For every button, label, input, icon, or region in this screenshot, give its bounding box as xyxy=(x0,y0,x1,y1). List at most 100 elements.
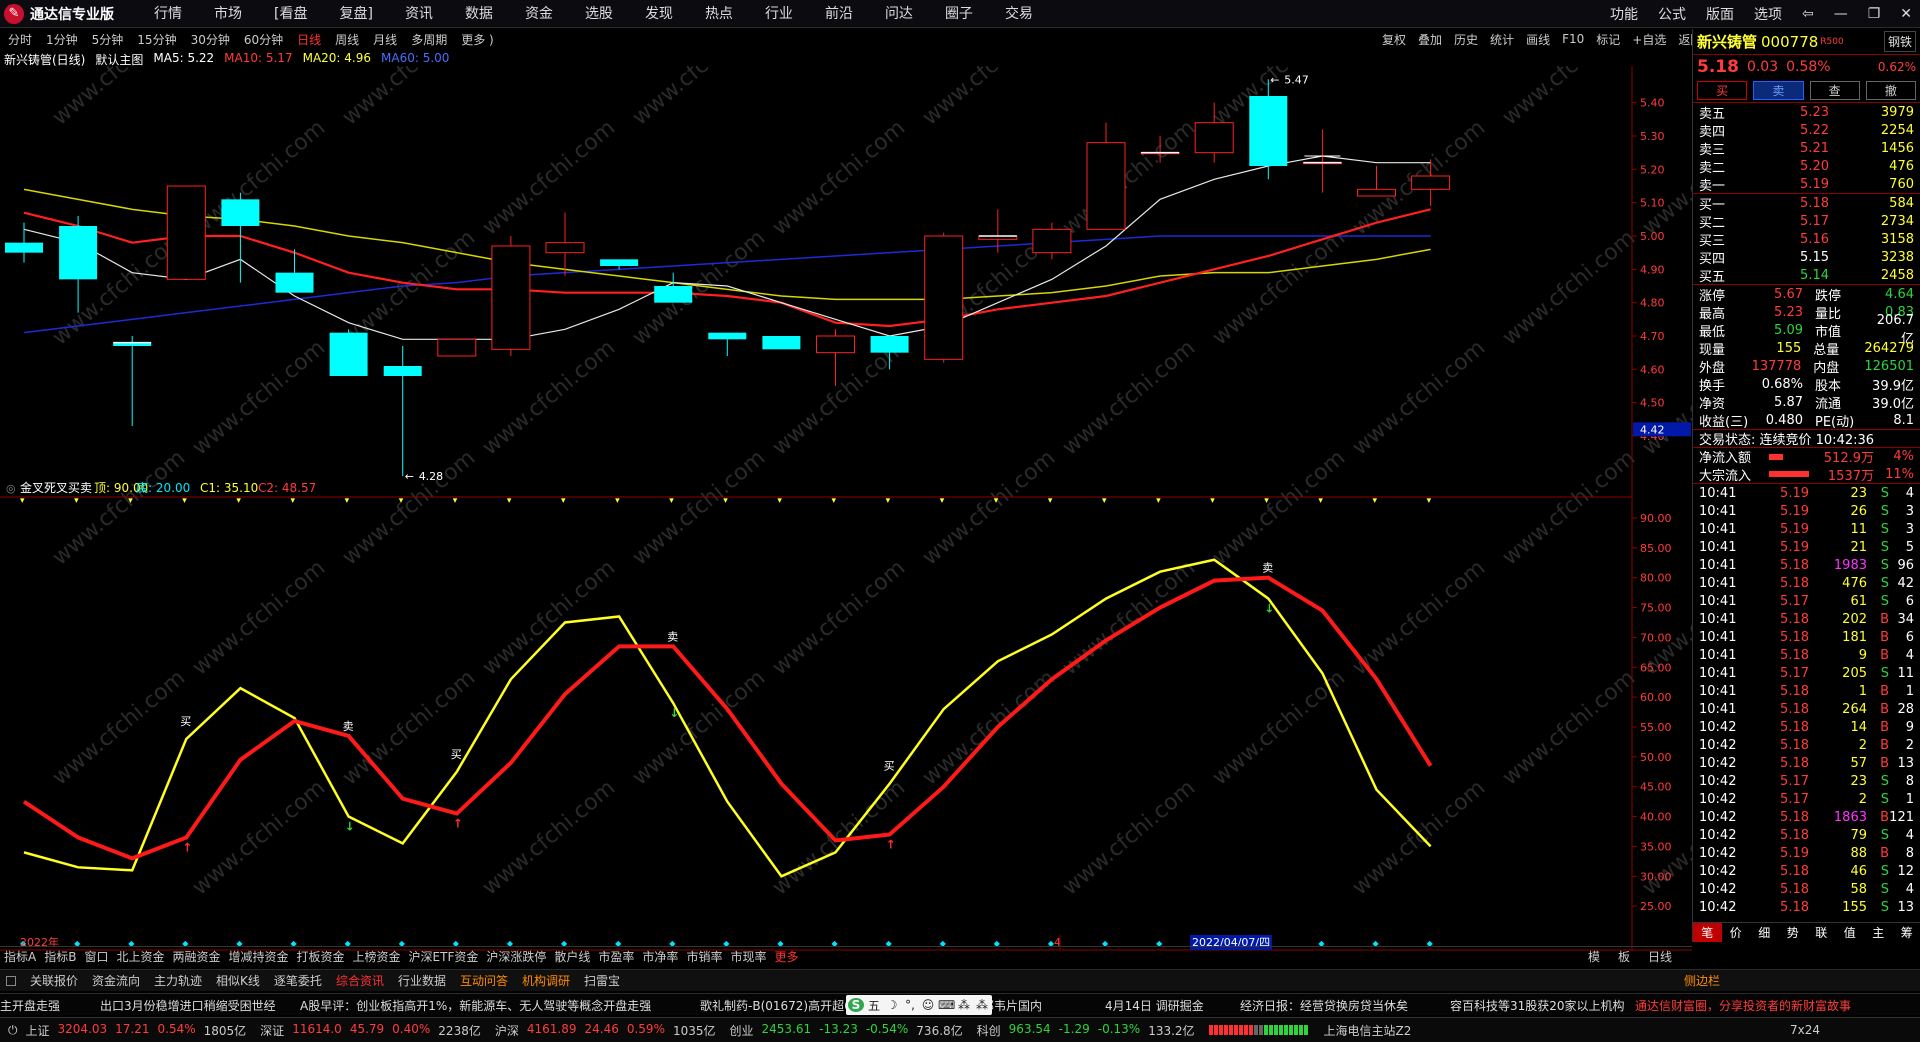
ask-row[interactable]: 卖三 5.21 1456 xyxy=(1693,139,1920,158)
ask-row[interactable]: 卖一 5.19 760 xyxy=(1693,175,1920,194)
ime-button-2[interactable]: ☽ xyxy=(884,998,900,1012)
news-item-7[interactable]: 容百科技等31股获20家以上机构 xyxy=(1450,997,1625,1014)
bid-row[interactable]: 买五 5.14 2458 xyxy=(1693,266,1920,285)
candle[interactable] xyxy=(166,185,206,280)
kline-chart[interactable]: www.cfchi.com www.cfchi.com www.cfchi.com w… xyxy=(0,66,1692,956)
chart-tool-7[interactable]: +自选 xyxy=(1632,31,1666,48)
menu-function[interactable]: 功能 xyxy=(1610,4,1638,24)
candle[interactable] xyxy=(275,249,314,293)
candle[interactable] xyxy=(221,192,260,283)
ask-row[interactable]: 卖二 5.20 476 xyxy=(1693,157,1920,176)
ime-button-0[interactable]: S xyxy=(848,998,864,1012)
sell-button[interactable]: 卖 xyxy=(1753,81,1804,100)
index-item-0[interactable]: 上证 3204.03 17.21 0.54% 1805亿 xyxy=(26,1022,247,1039)
candle[interactable] xyxy=(654,272,693,303)
period-tab-0[interactable]: 分时 xyxy=(8,31,32,48)
func-menu-icon[interactable] xyxy=(6,975,16,986)
back-icon[interactable]: ⇦ xyxy=(1802,6,1814,22)
chart-tool-2[interactable]: 历史 xyxy=(1454,31,1478,48)
clock-label[interactable]: 7x24 xyxy=(1790,1023,1820,1037)
query-button[interactable]: 查 xyxy=(1809,81,1860,100)
bottom-right-1[interactable]: 板 xyxy=(1618,948,1630,965)
candle[interactable] xyxy=(708,332,747,356)
indicator-tab-14[interactable]: 市现率 xyxy=(730,948,766,965)
candle[interactable] xyxy=(1302,129,1342,193)
main-menu-item-3[interactable]: 复盘] xyxy=(339,0,372,28)
restore-icon[interactable]: ❐ xyxy=(1868,6,1881,22)
bid-row[interactable]: 买四 5.15 3238 xyxy=(1693,248,1920,267)
candle[interactable] xyxy=(1357,166,1396,197)
menu-layout[interactable]: 版面 xyxy=(1706,4,1734,24)
side-tab-4[interactable]: 联 xyxy=(1807,923,1836,942)
period-tab-7[interactable]: 周线 xyxy=(335,31,359,48)
period-tab-3[interactable]: 15分钟 xyxy=(137,31,176,48)
main-menu-item-14[interactable]: 交易 xyxy=(1005,0,1033,28)
indicator-tab-10[interactable]: 散户线 xyxy=(554,948,590,965)
indicator-tab-5[interactable]: 增减持资金 xyxy=(229,948,289,965)
minimize-icon[interactable]: — xyxy=(1834,6,1848,22)
chart-tool-0[interactable]: 复权 xyxy=(1382,31,1406,48)
news-item-3[interactable]: 歌礼制药-B(01672)高开超6 xyxy=(700,997,852,1014)
main-menu-item-8[interactable]: 发现 xyxy=(645,0,673,28)
cancel-order-button[interactable]: 撤 xyxy=(1865,81,1916,100)
bottom-right-0[interactable]: 模 xyxy=(1588,948,1600,965)
index-item-1[interactable]: 深证 11614.0 45.79 0.40% 2238亿 xyxy=(260,1022,481,1039)
indicator-tab-0[interactable]: 指标A xyxy=(4,948,36,965)
bid-row[interactable]: 买一 5.18 584 xyxy=(1693,194,1920,213)
main-menu-item-5[interactable]: 数据 xyxy=(465,0,493,28)
bottom-right-2[interactable]: 日线 xyxy=(1648,948,1672,965)
main-menu-item-13[interactable]: 圈子 xyxy=(945,0,973,28)
candle[interactable] xyxy=(762,336,801,350)
func-tab-5[interactable]: 综合资讯 xyxy=(336,972,384,989)
index-item-4[interactable]: 科创 963.54 -1.29 -0.13% 133.2亿 xyxy=(977,1022,1195,1039)
indicator-tab-4[interactable]: 两融资金 xyxy=(172,948,220,965)
ime-button-1[interactable]: 五 xyxy=(866,997,882,1014)
ask-row[interactable]: 卖五 5.23 3979 xyxy=(1693,103,1920,122)
main-menu-item-11[interactable]: 前沿 xyxy=(825,0,853,28)
period-tab-10[interactable]: 更多 ) xyxy=(461,31,494,48)
indicator-tab-9[interactable]: 沪深涨跌停 xyxy=(486,948,546,965)
main-menu-item-0[interactable]: 行情 xyxy=(154,0,182,28)
side-tab-2[interactable]: 细 xyxy=(1750,923,1779,942)
indicator-tab-15[interactable]: 更多 xyxy=(774,948,798,965)
func-tab-7[interactable]: 互动问答 xyxy=(460,972,508,989)
news-item-0[interactable]: 主开盘走强 xyxy=(0,997,60,1014)
indicator-tab-7[interactable]: 上榜资金 xyxy=(353,948,401,965)
candle[interactable] xyxy=(383,346,422,476)
ask-row[interactable]: 卖四 5.22 2254 xyxy=(1693,121,1920,140)
side-tab-1[interactable]: 价 xyxy=(1722,923,1751,942)
candle[interactable] xyxy=(437,338,477,357)
func-tab-9[interactable]: 扫雷宝 xyxy=(584,972,620,989)
indicator-tab-1[interactable]: 指标B xyxy=(44,948,76,965)
ime-toolbar[interactable]: S 五 ☽ °, ☺ ⌨ ⁂ ⁂ xyxy=(846,995,992,1015)
side-tab-7[interactable]: 筹 xyxy=(1893,923,1920,942)
side-tab-0[interactable]: 笔 xyxy=(1693,923,1722,942)
func-tab-0[interactable]: 关联报价 xyxy=(30,972,78,989)
period-tab-1[interactable]: 1分钟 xyxy=(46,31,78,48)
candle[interactable] xyxy=(924,232,964,363)
period-tab-2[interactable]: 5分钟 xyxy=(92,31,124,48)
func-tab-4[interactable]: 逐笔委托 xyxy=(274,972,322,989)
menu-formula[interactable]: 公式 xyxy=(1658,4,1686,24)
main-menu-item-2[interactable]: [看盘 xyxy=(274,0,307,28)
candle[interactable] xyxy=(1086,122,1126,230)
candle[interactable] xyxy=(113,336,152,426)
news-item-5[interactable]: 4月14日 调研掘金 xyxy=(1105,997,1204,1014)
func-tab-3[interactable]: 相似K线 xyxy=(216,972,260,989)
bid-row[interactable]: 买三 5.16 3158 xyxy=(1693,230,1920,249)
chart-tool-4[interactable]: 画线 xyxy=(1526,31,1550,48)
menu-options[interactable]: 选项 xyxy=(1754,4,1782,24)
news-item-8[interactable]: 通达信财富圈，分享投资者的新财富故事 xyxy=(1635,997,1851,1014)
ime-button-7[interactable]: ⁂ xyxy=(974,998,990,1012)
main-menu-item-4[interactable]: 资讯 xyxy=(405,0,433,28)
main-menu-item-10[interactable]: 行业 xyxy=(765,0,793,28)
indicator-tab-8[interactable]: 沪深ETF资金 xyxy=(409,948,479,965)
side-tab-3[interactable]: 势 xyxy=(1779,923,1808,942)
ime-button-5[interactable]: ⌨ xyxy=(938,998,955,1012)
period-tab-4[interactable]: 30分钟 xyxy=(191,31,230,48)
indicator-tab-6[interactable]: 打板资金 xyxy=(297,948,345,965)
chart-tool-1[interactable]: 叠加 xyxy=(1418,31,1442,48)
func-tab-6[interactable]: 行业数据 xyxy=(398,972,446,989)
main-menu-item-12[interactable]: 问达 xyxy=(885,0,913,28)
indicator-tab-11[interactable]: 市盈率 xyxy=(598,948,634,965)
